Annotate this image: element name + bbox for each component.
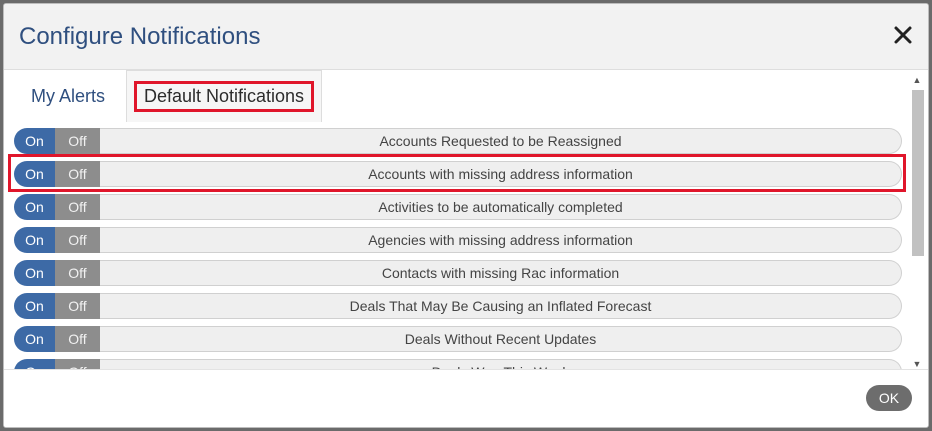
dialog-footer: OK xyxy=(4,369,928,427)
notification-label: Accounts with missing address informatio… xyxy=(100,161,902,187)
toggle-off[interactable]: Off xyxy=(55,194,100,220)
on-off-toggle[interactable]: On Off xyxy=(14,293,100,319)
configure-notifications-dialog: Configure Notifications My Alerts Defaul… xyxy=(3,3,929,428)
notification-row: On Off Accounts with missing address inf… xyxy=(14,161,902,187)
on-off-toggle[interactable]: On Off xyxy=(14,161,100,187)
toggle-on[interactable]: On xyxy=(14,128,55,154)
notification-row: On Off Accounts Requested to be Reassign… xyxy=(14,128,902,154)
notification-row: On Off Deals That May Be Causing an Infl… xyxy=(14,293,902,319)
notification-label: Deals Without Recent Updates xyxy=(100,326,902,352)
on-off-toggle[interactable]: On Off xyxy=(14,128,100,154)
dialog-title: Configure Notifications xyxy=(19,23,261,50)
scroll-up-arrow-icon[interactable]: ▲ xyxy=(910,74,924,86)
dialog-body: My Alerts Default Notifications On Off A… xyxy=(4,70,928,370)
on-off-toggle[interactable]: On Off xyxy=(14,194,100,220)
notification-row: On Off Contacts with missing Rac informa… xyxy=(14,260,902,286)
toggle-off[interactable]: Off xyxy=(55,293,100,319)
notification-label: Deals That May Be Causing an Inflated Fo… xyxy=(100,293,902,319)
notification-label: Activities to be automatically completed xyxy=(100,194,902,220)
close-icon xyxy=(894,26,912,44)
toggle-off[interactable]: Off xyxy=(55,128,100,154)
close-button[interactable] xyxy=(892,24,914,46)
notification-label: Contacts with missing Rac information xyxy=(100,260,902,286)
toggle-on[interactable]: On xyxy=(14,293,55,319)
ok-button[interactable]: OK xyxy=(866,385,912,411)
toggle-on[interactable]: On xyxy=(14,326,55,352)
tab-bar: My Alerts Default Notifications xyxy=(14,70,904,124)
toggle-on[interactable]: On xyxy=(14,227,55,253)
notification-label: Agencies with missing address informatio… xyxy=(100,227,902,253)
toggle-off[interactable]: Off xyxy=(55,260,100,286)
notification-row: On Off Agencies with missing address inf… xyxy=(14,227,902,253)
toggle-off[interactable]: Off xyxy=(55,227,100,253)
toggle-off[interactable]: Off xyxy=(55,161,100,187)
vertical-scrollbar[interactable]: ▲ ▼ xyxy=(910,74,924,370)
notification-row: On Off Activities to be automatically co… xyxy=(14,194,902,220)
notification-label: Accounts Requested to be Reassigned xyxy=(100,128,902,154)
tab-default-notifications[interactable]: Default Notifications xyxy=(126,70,322,122)
on-off-toggle[interactable]: On Off xyxy=(14,227,100,253)
toggle-off[interactable]: Off xyxy=(55,326,100,352)
on-off-toggle[interactable]: On Off xyxy=(14,260,100,286)
on-off-toggle[interactable]: On Off xyxy=(14,326,100,352)
tab-label: My Alerts xyxy=(30,85,105,106)
tab-my-alerts[interactable]: My Alerts xyxy=(18,70,118,122)
scroll-thumb[interactable] xyxy=(912,90,924,256)
notification-row: On Off Deals Without Recent Updates xyxy=(14,326,902,352)
toggle-on[interactable]: On xyxy=(14,194,55,220)
dialog-header: Configure Notifications xyxy=(4,4,928,70)
tab-label: Default Notifications xyxy=(133,81,315,112)
toggle-on[interactable]: On xyxy=(14,260,55,286)
toggle-on[interactable]: On xyxy=(14,161,55,187)
notification-list: On Off Accounts Requested to be Reassign… xyxy=(14,128,902,370)
